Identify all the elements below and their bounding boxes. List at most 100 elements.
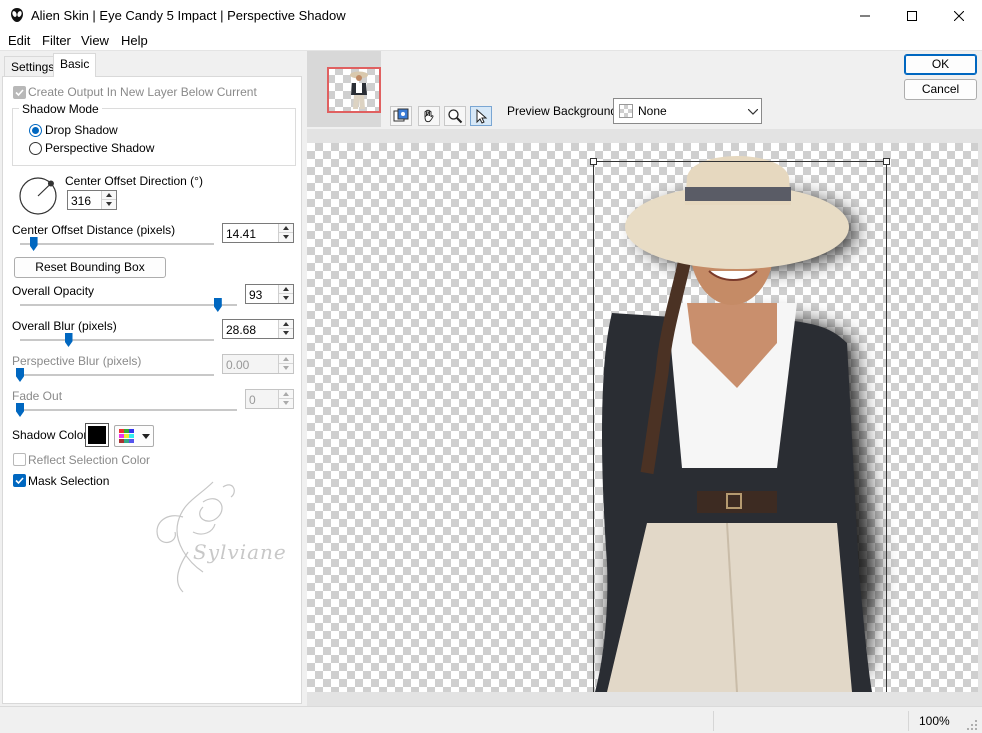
chevron-down-icon <box>142 434 150 439</box>
checkmark-icon <box>15 89 24 97</box>
hand-tool-button[interactable] <box>418 106 440 126</box>
overall-blur-label: Overall Blur (pixels) <box>12 319 117 333</box>
shadow-color-swatch[interactable] <box>85 423 109 447</box>
spin-up-icon[interactable] <box>279 355 293 364</box>
fade-out-slider[interactable] <box>16 403 24 417</box>
center-offset-distance-value: 14.41 <box>226 227 257 241</box>
pointer-tool-button[interactable] <box>470 106 492 126</box>
center-offset-distance-slider[interactable] <box>29 237 38 251</box>
overall-blur-input[interactable]: 28.68 <box>222 319 294 339</box>
spin-up-icon[interactable] <box>279 320 293 329</box>
fade-out-value: 0 <box>249 393 256 407</box>
preview-area: Preview Background: None <box>307 51 982 706</box>
watermark-text: Sylviane <box>193 540 287 564</box>
tab-basic[interactable]: Basic <box>53 53 97 77</box>
hand-icon <box>424 109 434 123</box>
preview-canvas-frame <box>307 129 982 706</box>
navigator-strip <box>307 51 381 127</box>
direction-dial[interactable] <box>17 175 59 217</box>
create-output-checkbox[interactable] <box>13 86 26 99</box>
woman-thumbnail-image <box>350 71 368 109</box>
spin-down-icon[interactable] <box>279 233 293 242</box>
pointer-icon <box>476 108 488 124</box>
color-palette-icon <box>119 429 134 443</box>
center-offset-distance-input[interactable]: 14.41 <box>222 223 294 243</box>
spin-down-icon[interactable] <box>279 364 293 373</box>
overall-opacity-label: Overall Opacity <box>12 284 95 298</box>
navigator-thumbnail[interactable] <box>327 67 381 113</box>
overall-opacity-input[interactable]: 93 <box>245 284 294 304</box>
bounding-box-handle[interactable] <box>590 158 597 165</box>
maximize-icon <box>907 10 917 21</box>
spin-down-icon[interactable] <box>279 399 293 408</box>
ok-button[interactable]: OK <box>904 54 977 75</box>
menu-edit[interactable]: Edit <box>8 33 30 48</box>
overall-blur-track <box>20 339 214 341</box>
bounding-box-handle[interactable] <box>883 158 890 165</box>
preview-background-value: None <box>638 104 667 118</box>
bounding-box[interactable] <box>593 161 887 692</box>
spin-down-icon[interactable] <box>279 329 293 338</box>
perspective-blur-input[interactable]: 0.00 <box>222 354 294 374</box>
maximize-button[interactable] <box>889 0 935 31</box>
zoom-icon <box>448 109 463 124</box>
overall-blur-slider[interactable] <box>64 333 73 347</box>
drop-shadow-label: Drop Shadow <box>45 123 118 137</box>
spin-up-icon[interactable] <box>279 285 293 294</box>
overall-opacity-slider[interactable] <box>213 298 222 312</box>
center-offset-direction-value: 316 <box>71 194 92 208</box>
minimize-button[interactable] <box>842 0 888 31</box>
overall-blur-value: 28.68 <box>226 323 257 337</box>
perspective-blur-label: Perspective Blur (pixels) <box>12 354 142 368</box>
preview-canvas[interactable] <box>307 143 978 692</box>
overall-opacity-value: 93 <box>249 288 263 302</box>
fade-out-label: Fade Out <box>12 389 63 403</box>
menu-help[interactable]: Help <box>121 33 148 48</box>
minimize-icon <box>860 15 870 16</box>
reset-bounding-box-button[interactable]: Reset Bounding Box <box>14 257 166 278</box>
fade-out-input[interactable]: 0 <box>245 389 294 409</box>
resize-grip-icon[interactable] <box>966 719 978 731</box>
cancel-button[interactable]: Cancel <box>904 79 977 100</box>
perspective-blur-slider[interactable] <box>16 368 24 382</box>
compare-button[interactable] <box>390 106 412 126</box>
alien-skin-logo-icon <box>11 8 23 22</box>
spin-up-icon[interactable] <box>279 224 293 233</box>
overall-opacity-track <box>20 304 237 306</box>
reflect-selection-label: Reflect Selection Color <box>28 453 151 467</box>
menu-filter[interactable]: Filter <box>42 33 71 48</box>
color-picker-dropdown[interactable] <box>114 425 154 447</box>
perspective-shadow-radio[interactable] <box>29 142 42 155</box>
watermark-signature <box>156 481 235 593</box>
mask-selection-label: Mask Selection <box>28 474 110 488</box>
close-button[interactable] <box>936 0 982 31</box>
status-cell <box>713 711 908 731</box>
center-offset-direction-input[interactable]: 316 <box>67 190 117 210</box>
perspective-shadow-label: Perspective Shadow <box>45 141 155 155</box>
transparent-swatch-icon <box>619 104 633 118</box>
spin-down-icon[interactable] <box>279 294 293 303</box>
menu-bar: Edit Filter View Help <box>0 31 982 51</box>
reflect-selection-checkbox[interactable] <box>13 453 26 466</box>
center-offset-direction-label: Center Offset Direction (°) <box>65 174 203 188</box>
drop-shadow-radio[interactable] <box>29 124 42 137</box>
perspective-blur-track <box>20 374 214 376</box>
window-title: Alien Skin | Eye Candy 5 Impact | Perspe… <box>31 8 346 23</box>
perspective-blur-value: 0.00 <box>226 358 250 372</box>
zoom-status-cell: 100% <box>908 711 960 731</box>
preview-background-select[interactable]: None <box>613 98 762 124</box>
create-output-label: Create Output In New Layer Below Current <box>28 85 257 99</box>
settings-panel: Settings Basic Create Output In New Laye… <box>0 51 306 706</box>
mask-selection-checkbox[interactable] <box>13 474 26 487</box>
spin-up-icon[interactable] <box>102 191 116 200</box>
spin-down-icon[interactable] <box>102 200 116 209</box>
menu-view[interactable]: View <box>81 33 109 48</box>
zoom-tool-button[interactable] <box>444 106 466 126</box>
spin-up-icon[interactable] <box>279 390 293 399</box>
shadow-mode-group <box>12 108 296 166</box>
preview-compare-icon <box>393 108 409 122</box>
center-offset-distance-label: Center Offset Distance (pixels) <box>12 223 176 237</box>
basic-tab-content: Create Output In New Layer Below Current… <box>2 76 302 704</box>
center-offset-distance-track <box>20 243 214 245</box>
zoom-level: 100% <box>919 714 950 728</box>
